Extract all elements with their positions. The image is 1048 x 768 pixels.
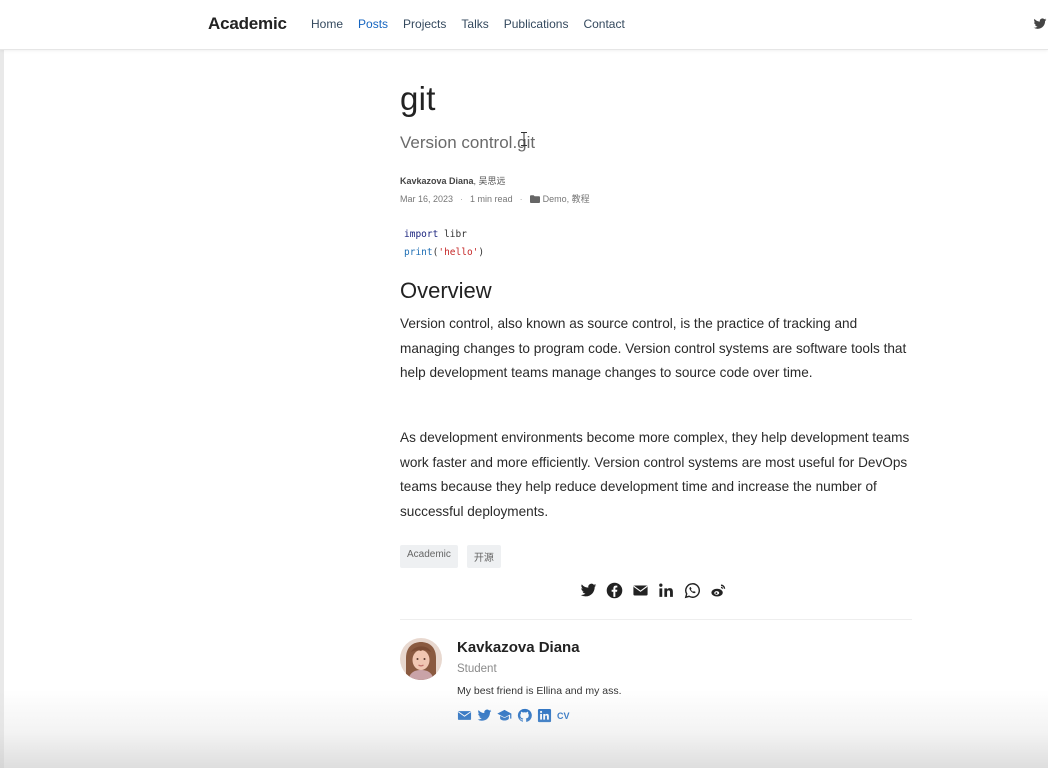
code-paren: ) (478, 247, 485, 258)
nav-links: Home Posts Projects Talks Publications C… (311, 17, 640, 31)
page-subtitle: Version control.git (400, 133, 536, 152)
author-card-name[interactable]: Kavkazova Diana (457, 639, 580, 656)
twitter-icon[interactable] (1033, 17, 1047, 31)
meta-separator: · (460, 193, 464, 204)
avatar[interactable] (400, 638, 442, 680)
nav-publications[interactable]: Publications (504, 17, 569, 31)
facebook-icon[interactable] (606, 582, 623, 599)
email-icon[interactable] (632, 582, 649, 599)
linkedin-icon[interactable] (658, 582, 675, 599)
twitter-icon[interactable] (580, 582, 597, 599)
nav-posts[interactable]: Posts (358, 17, 388, 31)
article-categories[interactable]: Demo, 教程 (543, 192, 590, 205)
code-text: libr (438, 229, 467, 240)
whatsapp-icon[interactable] (684, 582, 701, 599)
article-date: Mar 16, 2023 (400, 193, 454, 204)
share-bar (580, 582, 727, 599)
site-brand[interactable]: Academic (208, 14, 287, 34)
section-heading: Overview (400, 278, 492, 303)
article-authors: Kavkazova Diana, 吴思远 (400, 174, 506, 187)
cv-link[interactable]: CV (557, 711, 570, 721)
folder-icon (529, 194, 540, 203)
nav-contact[interactable]: Contact (583, 17, 624, 31)
read-time: 1 min read (470, 193, 513, 204)
tag-list: Academic 开源 (400, 545, 501, 568)
nav-home[interactable]: Home (311, 17, 343, 31)
article-meta: Mar 16, 2023 · 1 min read · Demo, 教程 (400, 192, 590, 205)
tag-open-source[interactable]: 开源 (466, 545, 501, 568)
code-function: print (404, 247, 433, 258)
window-edge (0, 0, 4, 768)
tag-academic[interactable]: Academic (400, 545, 458, 568)
author-link[interactable]: Kavkazova Diana (400, 176, 474, 186)
nav-talks[interactable]: Talks (461, 17, 488, 31)
code-keyword: import (404, 229, 439, 240)
code-line: import libr (404, 226, 484, 244)
navbar: Academic Home Posts Projects Talks Publi… (0, 0, 1048, 50)
divider (400, 619, 912, 620)
author-links: CV (457, 708, 570, 723)
meta-separator: · (519, 193, 523, 204)
weibo-icon[interactable] (710, 582, 727, 599)
article-paragraph: Version control, also known as source co… (400, 316, 907, 380)
linkedin-icon[interactable] (537, 708, 552, 723)
author-card-role: Student (457, 663, 497, 675)
github-icon[interactable] (517, 708, 532, 723)
nav-projects[interactable]: Projects (403, 17, 446, 31)
graduation-cap-icon[interactable] (497, 708, 512, 723)
twitter-icon[interactable] (477, 708, 492, 723)
text-cursor-icon (521, 132, 527, 146)
code-line: print('hello') (404, 244, 484, 262)
email-icon[interactable] (457, 708, 472, 723)
avatar-image (400, 638, 442, 680)
page-title: git (400, 80, 436, 117)
article-paragraph: As development environments become more … (400, 430, 910, 519)
author-card-bio: My best friend is Ellina and my ass. (457, 685, 622, 697)
code-block: import libr print('hello') (404, 226, 484, 262)
window-shadow (0, 690, 1048, 768)
coauthor-name: , 吴思远 (473, 176, 506, 186)
code-string: 'hello' (438, 247, 479, 258)
